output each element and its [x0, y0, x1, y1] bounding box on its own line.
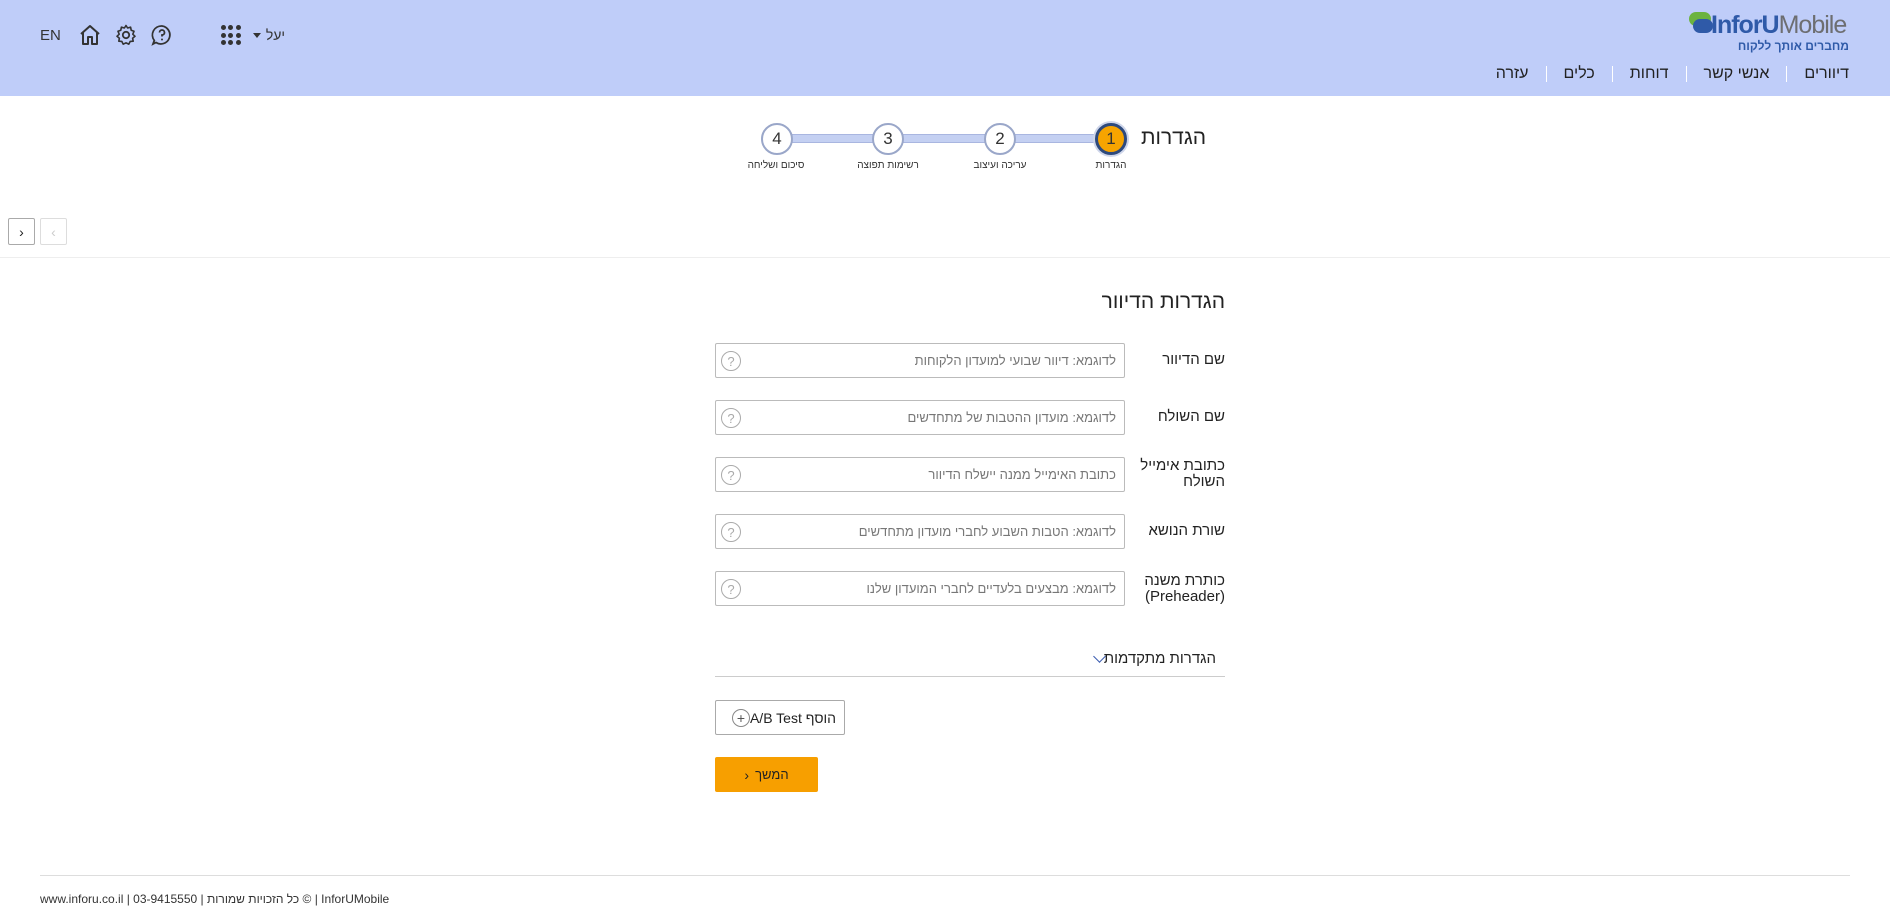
logo-bubble-blue	[1693, 19, 1713, 33]
sender-email-input[interactable]	[756, 458, 1116, 491]
settings-icon[interactable]	[113, 22, 139, 48]
help-icon[interactable]: ?	[721, 579, 741, 599]
home-icon[interactable]	[77, 22, 103, 48]
pager: › ‹	[8, 218, 72, 245]
chevron-left-icon[interactable]: ›	[8, 218, 35, 245]
step-4[interactable]: 4	[761, 123, 793, 155]
logo-brand-part2: Mobile	[1778, 11, 1848, 39]
nav-item-campaigns[interactable]: דיוורים	[1786, 66, 1849, 82]
nav-item-help[interactable]: עזרה	[1479, 66, 1546, 82]
campaign-name-field: ?	[715, 343, 1125, 378]
advanced-settings-toggle[interactable]: הגדרות מתקדמות	[1089, 650, 1216, 667]
inforumobile-logo[interactable]: InforUMobile מחברים אותך ללקוח	[1689, 10, 1849, 53]
field-label-preheader: כותרת משנה (Preheader)	[1144, 572, 1225, 605]
step-1[interactable]: 1	[1095, 123, 1127, 155]
add-ab-test-button[interactable]: הוסף A/B Test +	[715, 700, 845, 735]
nav-item-contacts[interactable]: אנשי קשר	[1685, 66, 1787, 82]
chevron-right-icon[interactable]: ‹	[40, 218, 67, 245]
logo-brand-part1: InforU	[1711, 11, 1780, 39]
top-header: InforUMobile מחברים אותך ללקוח דיוורים א…	[0, 0, 1890, 96]
chevron-down-icon	[252, 32, 261, 38]
step-3-label: רשימות תפוצה	[857, 160, 919, 171]
footer-text: www.inforu.co.il | 03-9415550 | כל הזכוי…	[40, 892, 390, 906]
main-nav: דיוורים אנשי קשר דוחות כלים עזרה	[1479, 64, 1849, 84]
stepper-track	[780, 134, 1110, 143]
field-label-campaign-name: שם הדיוור	[1162, 351, 1225, 368]
logo-slogan: מחברים אותך ללקוח	[1737, 39, 1849, 53]
help-chat-icon[interactable]	[149, 22, 175, 48]
preheader-input[interactable]	[756, 572, 1116, 605]
field-label-sender-name: שם השולח	[1157, 408, 1225, 425]
chevron-left-icon: ‹	[744, 766, 750, 783]
utility-bar: EN יעל	[40, 20, 285, 50]
nav-item-reports[interactable]: דוחות	[1611, 66, 1686, 82]
sender-name-field: ?	[715, 400, 1125, 435]
step-1-label: הגדרות	[1095, 160, 1127, 171]
logo-wordmark: InforUMobile	[1711, 11, 1848, 40]
add-ab-test-label: הוסף A/B Test	[749, 709, 837, 726]
help-icon[interactable]: ?	[721, 465, 741, 485]
help-icon[interactable]: ?	[721, 522, 741, 542]
help-icon[interactable]: ?	[721, 408, 741, 428]
sender-name-input[interactable]	[756, 401, 1116, 434]
apps-grid-icon[interactable]	[220, 25, 241, 45]
subject-field: ?	[715, 514, 1125, 549]
plus-icon: +	[731, 708, 750, 727]
advanced-settings-label: הגדרות מתקדמות	[1103, 650, 1216, 667]
language-switch[interactable]: EN	[40, 27, 61, 44]
user-menu[interactable]: יעל	[252, 27, 286, 43]
step-4-label: סיכום ושליחה	[747, 160, 805, 171]
nav-item-tools[interactable]: כלים	[1545, 66, 1612, 82]
footer-divider	[40, 875, 1850, 876]
stepper-title: הגדרות	[1141, 126, 1207, 149]
help-icon[interactable]: ?	[721, 351, 741, 371]
user-name: יעל	[265, 27, 286, 43]
sender-email-field: ?	[715, 457, 1125, 492]
step-2-label: עריכה ועיצוב	[973, 160, 1027, 171]
form-title: הגדרות הדיוור	[1101, 290, 1225, 313]
field-label-sender-email: כתובת אימייל השולח	[1140, 457, 1225, 490]
advanced-settings-section: הגדרות מתקדמות	[715, 642, 1225, 677]
preheader-field: ?	[715, 571, 1125, 606]
section-divider	[0, 257, 1890, 258]
subject-input[interactable]	[756, 515, 1116, 548]
continue-label: המשך	[755, 767, 789, 782]
step-3[interactable]: 3	[872, 123, 904, 155]
field-label-subject: שורת הנושא	[1148, 522, 1225, 539]
campaign-name-input[interactable]	[756, 344, 1116, 377]
continue-button[interactable]: המשך ‹	[715, 757, 818, 792]
step-2[interactable]: 2	[984, 123, 1016, 155]
